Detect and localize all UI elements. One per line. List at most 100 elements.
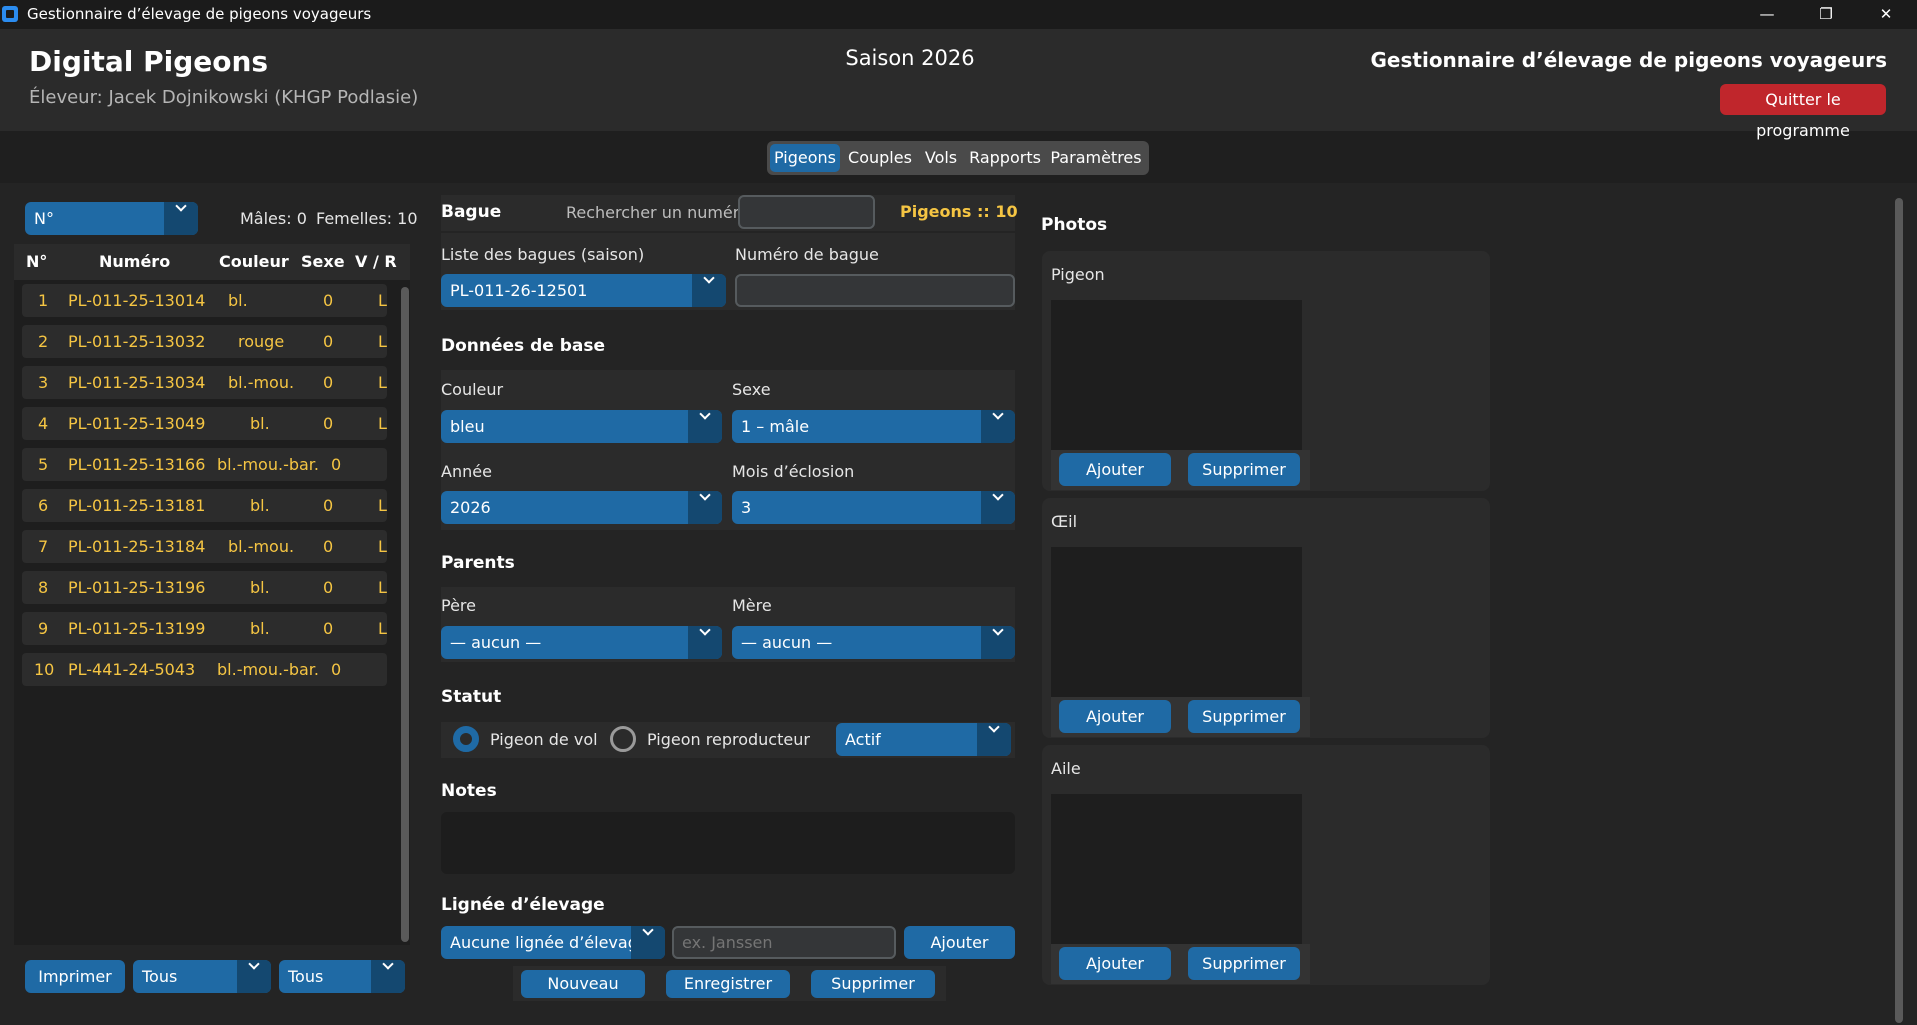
year-select[interactable]: 2026	[441, 491, 722, 524]
col-header-sexe: Sexe	[301, 252, 345, 271]
filter-select-2[interactable]: Tous	[279, 960, 405, 993]
table-header: N° Numéro Couleur Sexe V / R	[14, 244, 410, 280]
app-header: Digital Pigeons Éleveur: Jacek Dojnikows…	[0, 29, 1917, 140]
radio-flight-label: Pigeon de vol	[490, 730, 598, 749]
tab-couples[interactable]: Couples	[845, 144, 915, 172]
chevron-down-icon	[164, 202, 198, 235]
photo-label: Aile	[1051, 759, 1081, 778]
sex-select[interactable]: 1 – mâle	[732, 410, 1015, 443]
photo-add-button[interactable]: Ajouter	[1059, 700, 1171, 733]
search-label: Rechercher un numéro :	[566, 203, 760, 222]
chevron-down-icon	[981, 491, 1015, 524]
new-button[interactable]: Nouveau	[521, 970, 645, 998]
ring-number-input[interactable]	[735, 274, 1015, 307]
search-input[interactable]	[738, 195, 875, 229]
hatch-month-label: Mois d’éclosion	[732, 462, 855, 481]
sort-select[interactable]: N°	[25, 202, 198, 235]
photo-label: Pigeon	[1051, 265, 1105, 284]
chevron-down-icon	[692, 274, 726, 307]
radio-breeder-label: Pigeon reproducteur	[647, 730, 810, 749]
main-scrollbar[interactable]	[1895, 198, 1903, 1023]
photo-delete-button[interactable]: Supprimer	[1188, 947, 1300, 980]
parents-section-title: Parents	[441, 553, 515, 573]
filter-select-1[interactable]: Tous	[133, 960, 271, 993]
males-count: Mâles: 0	[240, 209, 307, 228]
tab-rapports[interactable]: Rapports	[967, 144, 1043, 172]
bague-section-title: Bague	[441, 202, 502, 222]
chevron-down-icon	[371, 960, 405, 993]
notes-section-title: Notes	[441, 781, 497, 801]
photo-placeholder	[1051, 547, 1302, 697]
chevron-down-icon	[237, 960, 271, 993]
table-row[interactable]: 5 PL-011-25-13166 bl.-mou.-bar. 0	[22, 448, 387, 481]
table-row[interactable]: 7 PL-011-25-13184 bl.-mou. 0 L	[22, 530, 387, 563]
table-row[interactable]: 6 PL-011-25-13181 bl. 0 L	[22, 489, 387, 522]
hatch-month-select[interactable]: 3	[732, 491, 1015, 524]
title-bar: Gestionnaire d’élevage de pigeons voyage…	[0, 0, 1917, 29]
table-row[interactable]: 2 PL-011-25-13032 rouge 0 L	[22, 325, 387, 358]
chevron-down-icon	[981, 410, 1015, 443]
color-select[interactable]: bleu	[441, 410, 722, 443]
tab-pigeons[interactable]: Pigeons	[770, 144, 840, 172]
chevron-down-icon	[631, 926, 665, 959]
notes-textarea[interactable]	[441, 812, 1015, 874]
table-row[interactable]: 9 PL-011-25-13199 bl. 0 L	[22, 612, 387, 645]
app-name: Digital Pigeons	[29, 45, 269, 78]
chevron-down-icon	[688, 410, 722, 443]
photo-card-pigeon: Pigeon Ajouter Supprimer	[1042, 251, 1490, 491]
photo-delete-button[interactable]: Supprimer	[1188, 700, 1300, 733]
radio-breeder-pigeon[interactable]	[610, 726, 636, 752]
quit-button[interactable]: Quitter le programme	[1720, 84, 1886, 140]
mother-select[interactable]: — aucun —	[732, 626, 1015, 659]
tab-bar: Pigeons Couples Vols Rapports Paramètres	[767, 141, 1149, 175]
chevron-down-icon	[977, 723, 1011, 756]
ring-number-label: Numéro de bague	[735, 245, 879, 264]
table-row[interactable]: 8 PL-011-25-13196 bl. 0 L	[22, 571, 387, 604]
save-button[interactable]: Enregistrer	[666, 970, 790, 998]
photo-label: Œil	[1051, 512, 1078, 531]
photo-add-button[interactable]: Ajouter	[1059, 947, 1171, 980]
window-title: Gestionnaire d’élevage de pigeons voyage…	[27, 5, 372, 23]
sex-label: Sexe	[732, 380, 771, 399]
status-select[interactable]: Actif	[836, 723, 1011, 756]
print-button[interactable]: Imprimer	[25, 960, 125, 993]
col-header-n: N°	[26, 252, 48, 271]
table-row[interactable]: 1 PL-011-25-13014 bl. 0 L	[22, 284, 387, 317]
photo-card-wing: Aile Ajouter Supprimer	[1042, 745, 1490, 985]
ring-list-select[interactable]: PL-011-26-12501	[441, 274, 726, 307]
radio-flight-pigeon[interactable]	[453, 726, 479, 752]
tab-vols[interactable]: Vols	[919, 144, 963, 172]
photo-placeholder	[1051, 300, 1302, 450]
close-button[interactable]: ✕	[1857, 0, 1915, 29]
tab-parametres[interactable]: Paramètres	[1047, 144, 1145, 172]
color-label: Couleur	[441, 380, 504, 399]
lineage-input[interactable]	[672, 926, 896, 959]
lineage-add-button[interactable]: Ajouter	[904, 926, 1015, 959]
mother-label: Mère	[732, 596, 772, 615]
col-header-numero: Numéro	[99, 252, 171, 271]
father-select[interactable]: — aucun —	[441, 626, 722, 659]
breeder-label: Éleveur: Jacek Dojnikowski (KHGP Podlasi…	[29, 87, 419, 108]
chevron-down-icon	[688, 626, 722, 659]
lineage-section-title: Lignée d’élevage	[441, 895, 605, 915]
lineage-select[interactable]: Aucune lignée d’élevage	[441, 926, 665, 959]
list-scrollbar[interactable]	[401, 287, 409, 942]
base-data-section-title: Données de base	[441, 336, 605, 356]
father-label: Père	[441, 596, 476, 615]
females-count: Femelles: 10	[316, 209, 418, 228]
ring-list-label: Liste des bagues (saison)	[441, 245, 645, 264]
delete-button[interactable]: Supprimer	[811, 970, 935, 998]
maximize-button[interactable]: ❐	[1797, 0, 1855, 29]
photo-delete-button[interactable]: Supprimer	[1188, 453, 1300, 486]
chevron-down-icon	[981, 626, 1015, 659]
photo-add-button[interactable]: Ajouter	[1059, 453, 1171, 486]
col-header-couleur: Couleur	[219, 252, 289, 271]
minimize-button[interactable]: —	[1738, 0, 1796, 29]
status-section-title: Statut	[441, 687, 502, 707]
table-row[interactable]: 4 PL-011-25-13049 bl. 0 L	[22, 407, 387, 440]
table-row[interactable]: 3 PL-011-25-13034 bl.-mou. 0 L	[22, 366, 387, 399]
photos-section-title: Photos	[1041, 215, 1108, 235]
table-row[interactable]: 10 PL-441-24-5043 bl.-mou.-bar. 0	[22, 653, 387, 686]
photo-card-eye: Œil Ajouter Supprimer	[1042, 498, 1490, 738]
chevron-down-icon	[688, 491, 722, 524]
